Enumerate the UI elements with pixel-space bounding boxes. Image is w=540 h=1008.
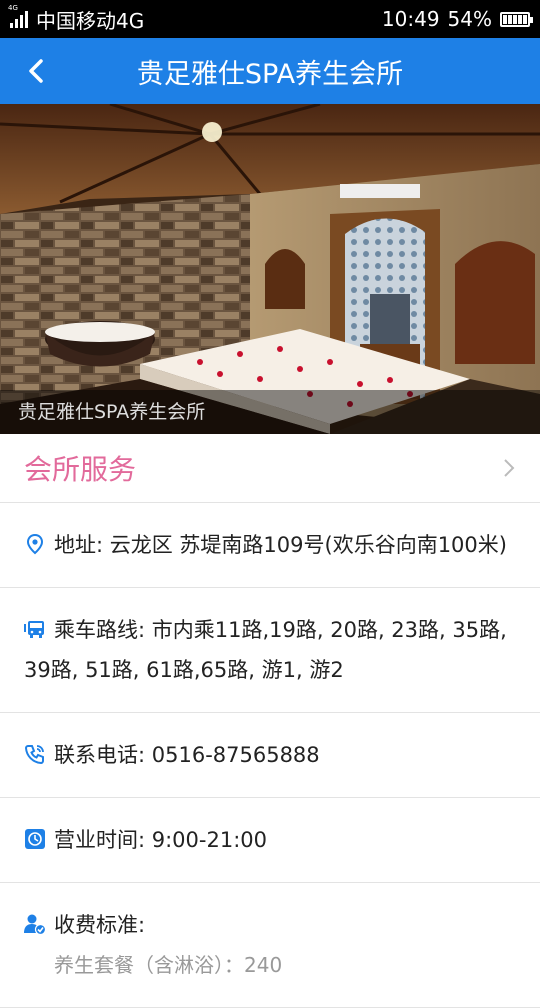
page-title: 贵足雅仕SPA养生会所 xyxy=(136,58,404,90)
hours-text: 营业时间: 9:00-21:00 xyxy=(54,828,268,852)
user-check-icon xyxy=(24,914,46,935)
club-services-label: 会所服务 xyxy=(24,453,137,486)
price-label: 收费标准: xyxy=(54,913,146,937)
price-item: 收费标准: 养生套餐（含淋浴）：240 xyxy=(0,883,540,1008)
back-arrow-icon[interactable] xyxy=(22,56,52,86)
route-text: 乘车路线: 市内乘11路,19路, 20路, 23路, 35路, 39路, 51… xyxy=(24,618,507,682)
clock-icon xyxy=(25,829,45,849)
route-item: 乘车路线: 市内乘11路,19路, 20路, 23路, 35路, 39路, 51… xyxy=(0,588,540,713)
carrier-name: 中国移动4G xyxy=(36,8,145,33)
price-item-text: 养生套餐（含淋浴）：240 xyxy=(54,953,283,977)
location-pin-icon xyxy=(26,533,44,555)
address-item: 地址: 云龙区 苏堤南路109号(欢乐谷向南100米) xyxy=(0,503,540,588)
clock: 10:49 xyxy=(381,7,440,31)
status-bar: 4G 中国移动4G 10:49 54% xyxy=(0,0,540,38)
chevron-right-icon xyxy=(504,459,515,477)
club-services-row[interactable]: 会所服务 xyxy=(0,434,540,503)
phone-text: 联系电话: 0516-87565888 xyxy=(54,743,320,767)
bus-icon xyxy=(24,621,44,638)
hero-caption: 贵足雅仕SPA养生会所 xyxy=(0,390,540,434)
phone-item[interactable]: 联系电话: 0516-87565888 xyxy=(0,713,540,798)
address-text: 地址: 云龙区 苏堤南路109号(欢乐谷向南100米) xyxy=(54,533,507,557)
hours-item: 营业时间: 9:00-21:00 xyxy=(0,798,540,883)
phone-icon xyxy=(24,745,44,765)
title-bar: 贵足雅仕SPA养生会所 xyxy=(0,38,540,104)
battery-level: 54% xyxy=(447,7,492,31)
signal-icon: 4G xyxy=(8,4,28,28)
hero-image: 贵足雅仕SPA养生会所 xyxy=(0,104,540,434)
battery-icon xyxy=(500,11,533,27)
